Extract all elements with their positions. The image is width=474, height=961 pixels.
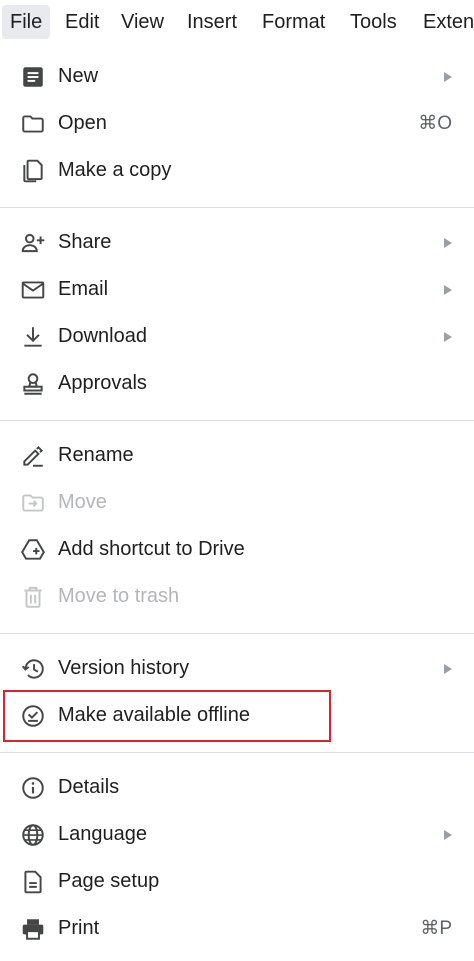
menu-item-open[interactable]: Open ⌘O — [0, 100, 474, 147]
globe-icon — [22, 824, 44, 846]
submenu-arrow-icon — [444, 285, 452, 295]
file-menu-dropdown: New Open ⌘O Make a copy Share Email Down… — [0, 44, 474, 961]
menu-file[interactable]: File — [2, 5, 51, 39]
copy-icon — [23, 159, 43, 183]
menu-bar: File Edit View Insert Format Tools Exten — [0, 0, 474, 44]
download-icon — [24, 327, 42, 347]
submenu-arrow-icon — [444, 238, 452, 248]
menu-edit[interactable]: Edit — [57, 5, 107, 39]
menu-item-label: Move — [58, 491, 107, 513]
menu-item-label: New — [58, 65, 99, 87]
shortcut-text: ⌘O — [418, 113, 452, 134]
menu-view[interactable]: View — [113, 5, 172, 39]
menu-item-share[interactable]: Share — [0, 219, 474, 266]
drive-shortcut-icon — [21, 539, 45, 560]
menu-divider — [0, 752, 474, 753]
menu-tools[interactable]: Tools — [342, 5, 405, 39]
menu-item-language[interactable]: Language — [0, 811, 474, 858]
menu-item-label: Add shortcut to Drive — [58, 538, 245, 560]
menu-item-add-shortcut-to-drive[interactable]: Add shortcut to Drive — [0, 526, 474, 573]
menu-item-label: Print — [58, 917, 100, 939]
submenu-arrow-icon — [444, 72, 452, 82]
shortcut-text: ⌘P — [420, 918, 452, 939]
menu-item-label: Approvals — [58, 372, 147, 394]
folder-icon — [22, 115, 44, 133]
submenu-arrow-icon — [444, 664, 452, 674]
menu-item-page-setup[interactable]: Page setup — [0, 858, 474, 905]
menu-item-label: Download — [58, 325, 147, 347]
menu-insert[interactable]: Insert — [179, 5, 245, 39]
approvals-stamp-icon — [23, 373, 43, 395]
menu-item-make-a-copy[interactable]: Make a copy — [0, 147, 474, 194]
info-icon — [22, 777, 44, 799]
menu-item-label: Language — [58, 823, 147, 845]
menu-item-label: Email — [58, 278, 109, 300]
menu-item-details[interactable]: Details — [0, 764, 474, 811]
menu-divider — [0, 420, 474, 421]
menu-item-label: Open — [58, 112, 107, 134]
menu-divider — [0, 207, 474, 208]
email-icon — [21, 281, 45, 299]
menu-item-label: Details — [58, 776, 120, 798]
share-person-add-icon — [21, 233, 45, 253]
submenu-arrow-icon — [444, 830, 452, 840]
new-document-icon — [23, 67, 43, 87]
move-folder-icon — [22, 494, 44, 512]
trash-icon — [24, 586, 42, 608]
menu-item-move-to-trash: Move to trash — [0, 573, 474, 620]
menu-divider — [0, 633, 474, 634]
menu-item-version-history[interactable]: Version history — [0, 645, 474, 692]
menu-item-label: Make a copy — [58, 159, 172, 181]
menu-item-label: Rename — [58, 444, 134, 466]
menu-item-download[interactable]: Download — [0, 313, 474, 360]
menu-item-label: Version history — [58, 657, 190, 679]
menu-item-rename[interactable]: Rename — [0, 432, 474, 479]
rename-pencil-icon — [23, 445, 44, 467]
menu-item-new[interactable]: New — [0, 53, 474, 100]
menu-extensions[interactable]: Exten — [415, 5, 474, 39]
menu-item-email[interactable]: Email — [0, 266, 474, 313]
submenu-arrow-icon — [444, 332, 452, 342]
menu-item-move: Move — [0, 479, 474, 526]
history-icon — [21, 659, 44, 679]
highlight-annotation-box — [3, 690, 331, 742]
menu-item-print[interactable]: Print ⌘P — [0, 905, 474, 952]
menu-item-label: Move to trash — [58, 585, 180, 607]
menu-item-label: Share — [58, 231, 112, 253]
printer-icon — [22, 919, 44, 940]
menu-item-label: Page setup — [58, 870, 160, 892]
menu-item-approvals[interactable]: Approvals — [0, 360, 474, 407]
menu-format[interactable]: Format — [254, 5, 333, 39]
page-setup-icon — [24, 870, 42, 894]
